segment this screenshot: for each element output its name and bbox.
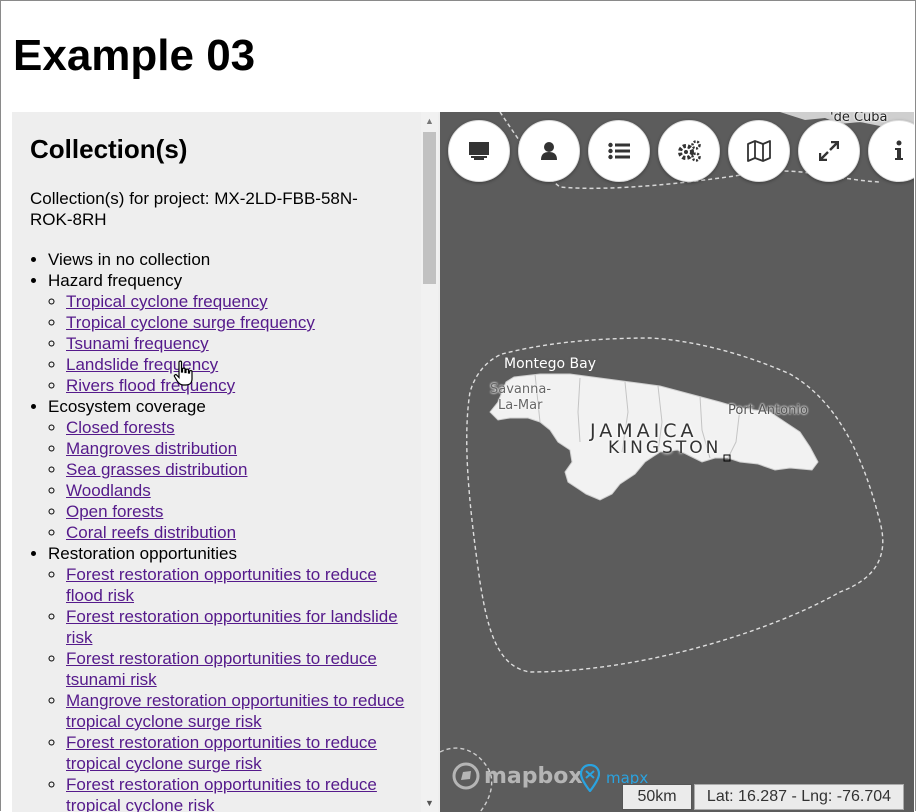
map-icon: [747, 140, 771, 162]
collection-item: Hazard frequencyTropical cyclone frequen…: [48, 270, 410, 396]
collection-list: Views in no collectionHazard frequencyTr…: [30, 249, 410, 812]
user-icon: [541, 142, 557, 160]
panel-scrollbar[interactable]: ▲ ▼: [421, 112, 438, 812]
hand-cursor-icon: [173, 360, 193, 386]
collections-tree: Views in no collectionHazard frequencyTr…: [30, 249, 410, 812]
collection-item: Ecosystem coverage Closed forests Mangrove…: [48, 396, 410, 543]
label-savanna-la-mar-1: Savanna-: [490, 382, 552, 397]
collection-item: Views in no collection: [48, 249, 410, 270]
coordinates-readout: Lat: 16.287 - Lng: -76.704: [694, 784, 904, 810]
view-item: Forest restoration opportunities to redu…: [66, 774, 410, 812]
settings-button[interactable]: [658, 120, 720, 182]
view-link[interactable]: Woodlands: [66, 481, 151, 500]
view-item: Tropical cyclone frequency: [66, 291, 410, 312]
list-icon: [608, 142, 630, 160]
view-link[interactable]: Sea grasses distribution: [66, 460, 247, 479]
mapbox-wordmark: mapbox: [484, 763, 583, 789]
scroll-up-arrow[interactable]: ▲: [421, 116, 438, 126]
view-item: Closed forests: [66, 417, 410, 438]
view-item: Landslide frequency: [66, 354, 410, 375]
view-link[interactable]: Closed forests: [66, 418, 175, 437]
view-list: Closed forests Mangroves distribution Sea …: [48, 417, 410, 543]
gears-icon: [678, 140, 701, 162]
label-port-antonio: Port Antonio: [728, 403, 808, 418]
label-kingston: KINGSTON: [608, 438, 722, 458]
info-icon: [895, 140, 903, 160]
view-item: Forest restoration opportunities to redu…: [66, 648, 410, 690]
view-item: Sea grasses distribution: [66, 459, 410, 480]
map-canvas: [440, 112, 914, 812]
view-item: Forest restoration opportunities to redu…: [66, 564, 410, 606]
view-link[interactable]: Forest restoration opportunities to redu…: [66, 565, 377, 605]
view-item: Coral reefs distribution: [66, 522, 410, 543]
map-layers-button[interactable]: [728, 120, 790, 182]
view-link[interactable]: Rivers flood frequency: [66, 376, 235, 395]
view-link[interactable]: Mangroves distribution: [66, 439, 237, 458]
view-list: Forest restoration opportunities to redu…: [48, 564, 410, 812]
mapbox-logo[interactable]: mapbox: [452, 762, 583, 790]
view-item: Forest restoration opportunities for lan…: [66, 606, 410, 648]
map-view[interactable]: 'de Cuba Montego Bay Savanna- La-Mar Por…: [440, 112, 914, 812]
view-list: Tropical cyclone frequency Tropical cyclo…: [48, 291, 410, 396]
view-link[interactable]: Forest restoration opportunities to redu…: [66, 733, 377, 773]
view-item: Woodlands: [66, 480, 410, 501]
view-link[interactable]: Tropical cyclone surge frequency: [66, 313, 315, 332]
scale-bar: 50km: [622, 784, 692, 810]
expand-icon: [819, 141, 839, 161]
desktop-icon: [469, 142, 489, 160]
view-item: Tropical cyclone surge frequency: [66, 312, 410, 333]
view-link[interactable]: Forest restoration opportunities for lan…: [66, 607, 398, 647]
collections-panel: Collection(s) Collection(s) for project:…: [12, 112, 440, 812]
page-title: Example 03: [13, 31, 256, 80]
label-savanna-la-mar-2: La-Mar: [498, 398, 543, 413]
fullscreen-button[interactable]: [798, 120, 860, 182]
mapbox-icon: [452, 762, 480, 790]
view-item: Tsunami frequency: [66, 333, 410, 354]
panel-title: Collection(s): [30, 134, 188, 164]
view-link[interactable]: Tropical cyclone frequency: [66, 292, 268, 311]
view-item: Open forests: [66, 501, 410, 522]
label-montego-bay: Montego Bay: [504, 356, 596, 372]
view-link[interactable]: Forest restoration opportunities to redu…: [66, 649, 377, 689]
collection-label: Ecosystem coverage: [48, 397, 206, 416]
view-item: Forest restoration opportunities to redu…: [66, 732, 410, 774]
mapx-pin-icon: [580, 764, 600, 792]
project-description: Collection(s) for project: MX-2LD-FBB-58…: [30, 189, 358, 229]
view-link[interactable]: Tsunami frequency: [66, 334, 209, 353]
collection-label: Hazard frequency: [48, 271, 183, 290]
collection-item: Restoration opportunities Forest restorat…: [48, 543, 410, 812]
view-item: Mangroves distribution: [66, 438, 410, 459]
view-link[interactable]: Open forests: [66, 502, 163, 521]
view-link[interactable]: Coral reefs distribution: [66, 523, 236, 542]
view-link[interactable]: Forest restoration opportunities to redu…: [66, 775, 377, 812]
view-item: Rivers flood frequency: [66, 375, 410, 396]
desktop-button[interactable]: [448, 120, 510, 182]
scroll-down-arrow[interactable]: ▼: [421, 798, 438, 808]
scroll-thumb[interactable]: [423, 132, 436, 284]
view-item: Mangrove restoration opportunities to re…: [66, 690, 410, 732]
collection-label: Restoration opportunities: [48, 544, 238, 563]
collection-label: Views in no collection: [48, 250, 211, 269]
list-button[interactable]: [588, 120, 650, 182]
user-button[interactable]: [518, 120, 580, 182]
view-link[interactable]: Mangrove restoration opportunities to re…: [66, 691, 404, 731]
